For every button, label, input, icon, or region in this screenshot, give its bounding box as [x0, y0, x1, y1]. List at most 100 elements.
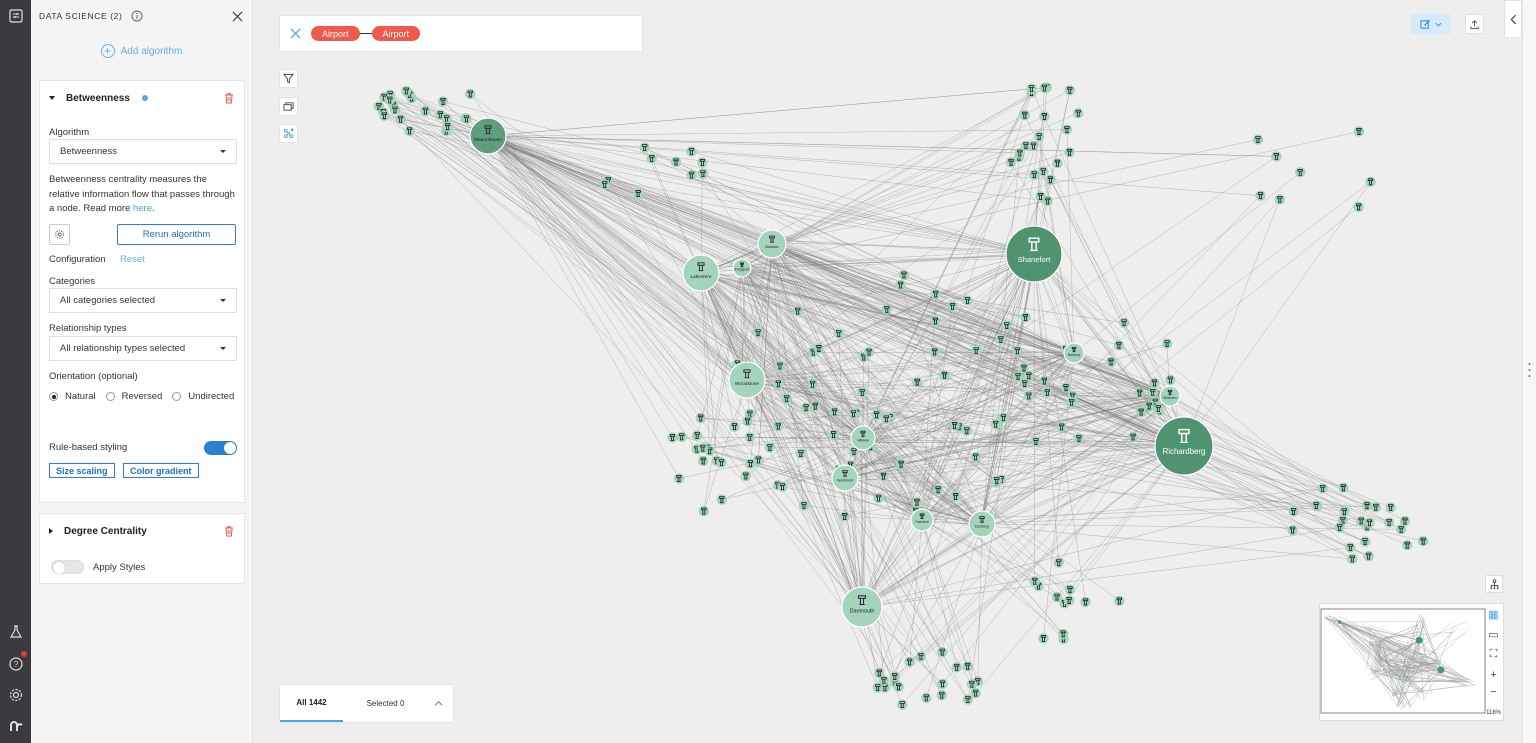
- airport-node-circle[interactable]: [798, 500, 810, 511]
- airport-node[interactable]: [1063, 595, 1075, 606]
- airport-hub-node[interactable]: Lakeshire: [682, 254, 720, 292]
- airport-node[interactable]: [878, 675, 890, 686]
- airport-node[interactable]: [873, 492, 884, 504]
- airport-node-circle[interactable]: [857, 387, 868, 398]
- airport-node[interactable]: [1060, 382, 1072, 393]
- airport-node-circle[interactable]: [1287, 524, 1298, 536]
- airport-node[interactable]: [829, 406, 840, 418]
- airport-node[interactable]: [697, 157, 708, 168]
- categories-select[interactable]: All categories selected: [49, 288, 237, 313]
- airport-node-circle[interactable]: [697, 168, 709, 179]
- airport-node[interactable]: [461, 113, 472, 125]
- airport-node[interactable]: [599, 179, 610, 190]
- airport-node[interactable]: [1105, 356, 1117, 368]
- airport-node-circle[interactable]: [1028, 140, 1039, 152]
- airport-node[interactable]: [670, 156, 682, 168]
- airport-node-circle[interactable]: [716, 457, 727, 468]
- airport-node-circle[interactable]: [878, 675, 890, 686]
- airport-node-circle[interactable]: [691, 430, 703, 441]
- airport-node[interactable]: [1018, 362, 1030, 374]
- airport-node[interactable]: [781, 393, 792, 404]
- airport-hub-node[interactable]: Baldwin: [757, 229, 787, 259]
- airport-hub-node[interactable]: Fairview: [910, 508, 934, 532]
- degree-card-header[interactable]: Degree Centrality: [40, 514, 244, 548]
- airport-node[interactable]: [897, 699, 908, 710]
- airport-node[interactable]: [1255, 190, 1266, 201]
- airport-node[interactable]: [632, 188, 644, 199]
- zoom-in-icon[interactable]: +: [1487, 668, 1500, 681]
- airport-node[interactable]: [1113, 340, 1125, 351]
- airport-node[interactable]: [937, 678, 948, 690]
- airport-node-circle[interactable]: [962, 694, 974, 705]
- airport-node[interactable]: [1355, 515, 1367, 527]
- airport-node[interactable]: [1023, 390, 1035, 402]
- airport-hub-circle[interactable]: [1154, 416, 1214, 476]
- airport-node-circle[interactable]: [404, 125, 415, 137]
- airport-node-circle[interactable]: [871, 409, 882, 421]
- minimap[interactable]: ▦ ▭ ⛶ + − 118%: [1319, 603, 1504, 721]
- airport-node[interactable]: [881, 413, 892, 425]
- airport-hub-circle[interactable]: [841, 586, 883, 628]
- airport-node-circle[interactable]: [1370, 502, 1382, 513]
- airport-node-circle[interactable]: [898, 269, 910, 281]
- airport-node-circle[interactable]: [697, 157, 708, 168]
- airport-node[interactable]: [1038, 166, 1049, 177]
- airport-node[interactable]: [379, 110, 390, 122]
- airport-node-circle[interactable]: [1353, 201, 1364, 213]
- airport-node-circle[interactable]: [667, 432, 678, 443]
- airport-node[interactable]: [1317, 483, 1328, 494]
- airport-node[interactable]: [936, 690, 948, 701]
- airport-node-circle[interactable]: [686, 146, 697, 157]
- airport-node-circle[interactable]: [632, 188, 644, 199]
- airport-hub-node[interactable]: Eastberg: [968, 510, 996, 538]
- airport-node[interactable]: [686, 146, 697, 157]
- airport-node[interactable]: [740, 470, 752, 482]
- airport-node-circle[interactable]: [1035, 191, 1046, 202]
- airport-node-circle[interactable]: [389, 104, 401, 116]
- rerun-algorithm-button[interactable]: Rerun algorithm: [117, 224, 236, 245]
- airport-node-circle[interactable]: [1255, 190, 1266, 201]
- airport-node-circle[interactable]: [1339, 506, 1350, 517]
- airport-node-circle[interactable]: [1271, 151, 1282, 162]
- airport-node[interactable]: [698, 455, 709, 467]
- hierarchy-layout-button[interactable]: [1485, 575, 1503, 593]
- airport-node-circle[interactable]: [1252, 134, 1264, 145]
- airport-node[interactable]: [1417, 536, 1429, 547]
- close-icon[interactable]: [290, 28, 301, 39]
- airport-node-circle[interactable]: [1005, 157, 1017, 168]
- airport-node[interactable]: [962, 661, 973, 672]
- airport-node[interactable]: [878, 470, 889, 482]
- airport-node-circle[interactable]: [676, 431, 687, 443]
- airport-node-circle[interactable]: [1355, 515, 1367, 527]
- airport-node[interactable]: [1033, 131, 1045, 142]
- airport-node-circle[interactable]: [881, 413, 892, 425]
- airport-node[interactable]: [1005, 157, 1017, 168]
- airport-node-circle[interactable]: [929, 346, 940, 358]
- airport-node[interactable]: [950, 491, 961, 502]
- airport-node-circle[interactable]: [1334, 522, 1345, 533]
- airport-node-circle[interactable]: [911, 376, 923, 388]
- airport-node-circle[interactable]: [379, 110, 390, 122]
- airport-node-circle[interactable]: [1039, 82, 1050, 94]
- airport-node-circle[interactable]: [420, 105, 431, 117]
- airport-node[interactable]: [1030, 436, 1042, 447]
- trash-icon[interactable]: [223, 92, 235, 104]
- airport-node-circle[interactable]: [599, 179, 610, 190]
- airport-node[interactable]: [1012, 345, 1023, 357]
- drag-handle-icon[interactable]: [1528, 362, 1531, 378]
- airport-node[interactable]: [1147, 387, 1158, 398]
- airport-node[interactable]: [1066, 397, 1077, 408]
- airport-node-circle[interactable]: [1039, 111, 1050, 122]
- airport-node-circle[interactable]: [1061, 124, 1073, 135]
- airport-node[interactable]: [442, 121, 453, 132]
- flask-icon[interactable]: [6, 622, 25, 641]
- radio-undirected[interactable]: [172, 392, 182, 401]
- airport-node-circle[interactable]: [442, 121, 453, 132]
- airport-node-circle[interactable]: [889, 671, 901, 682]
- airport-node-circle[interactable]: [646, 153, 657, 164]
- airport-node[interactable]: [839, 511, 850, 522]
- airport-node-circle[interactable]: [1060, 382, 1072, 393]
- airport-node-circle[interactable]: [1105, 356, 1117, 368]
- airport-node-circle[interactable]: [437, 96, 449, 107]
- airport-node-circle[interactable]: [1051, 591, 1063, 603]
